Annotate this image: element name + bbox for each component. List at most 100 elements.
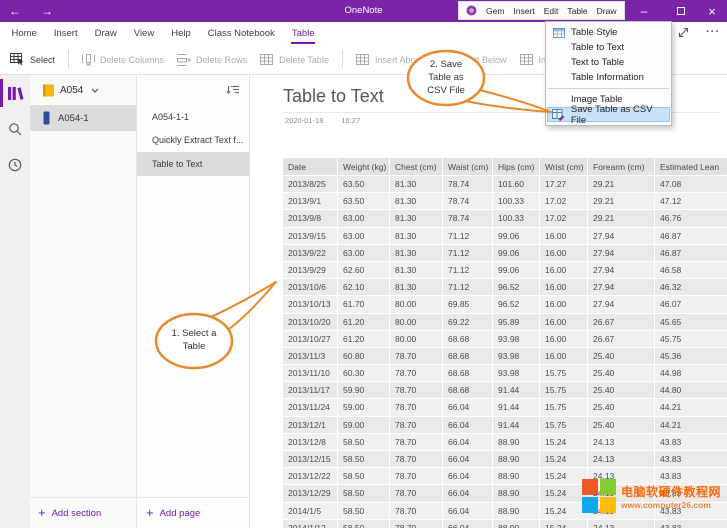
rail-search-button[interactable]: [0, 111, 30, 147]
table-cell[interactable]: 59.00: [338, 399, 390, 416]
table-cell[interactable]: 16.00: [540, 348, 588, 365]
table-cell[interactable]: 46.76: [655, 210, 727, 227]
table-cell[interactable]: 100.33: [493, 193, 540, 210]
table-cell[interactable]: 25.40: [588, 365, 655, 382]
table-cell[interactable]: 16.00: [540, 262, 588, 279]
table-cell[interactable]: 93.98: [493, 348, 540, 365]
table-cell[interactable]: 15.24: [540, 520, 588, 528]
table-cell[interactable]: 69.22: [443, 314, 493, 331]
table-cell[interactable]: 2013/9/1: [283, 193, 338, 210]
table-cell[interactable]: 81.30: [390, 262, 443, 279]
table-cell[interactable]: 17.02: [540, 193, 588, 210]
table-cell[interactable]: 58.50: [338, 468, 390, 485]
table-cell[interactable]: 2013/12/29: [283, 485, 338, 502]
table-cell[interactable]: 62.60: [338, 262, 390, 279]
table-cell[interactable]: 61.70: [338, 296, 390, 313]
table-cell[interactable]: 71.12: [443, 245, 493, 262]
table-cell[interactable]: 71.12: [443, 228, 493, 245]
minimize-button[interactable]: –: [630, 0, 658, 22]
table-cell[interactable]: 2013/11/3: [283, 348, 338, 365]
table-cell[interactable]: 43.83: [655, 451, 727, 468]
table-cell[interactable]: 81.30: [390, 228, 443, 245]
table-cell[interactable]: 29.21: [588, 193, 655, 210]
table-cell[interactable]: 46.58: [655, 262, 727, 279]
table-cell[interactable]: 17.02: [540, 210, 588, 227]
table-cell[interactable]: 60.80: [338, 348, 390, 365]
table-cell[interactable]: 80.00: [390, 296, 443, 313]
page-item-quickly-extract-text-f[interactable]: Quickly Extract Text f...: [137, 129, 249, 153]
table-cell[interactable]: 63.00: [338, 210, 390, 227]
table-cell[interactable]: 66.04: [443, 417, 493, 434]
table-cell[interactable]: 59.00: [338, 417, 390, 434]
table-cell[interactable]: 27.94: [588, 262, 655, 279]
table-cell[interactable]: 15.24: [540, 434, 588, 451]
tab-view[interactable]: View: [125, 22, 162, 45]
table-cell[interactable]: 47.12: [655, 193, 727, 210]
gem-menu-table[interactable]: Table: [567, 6, 587, 16]
table-cell[interactable]: 16.00: [540, 228, 588, 245]
table-cell[interactable]: 43.83: [655, 520, 727, 528]
table-cell[interactable]: 44.21: [655, 399, 727, 416]
gem-menu-draw[interactable]: Draw: [597, 6, 617, 16]
table-cell[interactable]: 2013/10/20: [283, 314, 338, 331]
table-cell[interactable]: 78.70: [390, 468, 443, 485]
table-cell[interactable]: 29.21: [588, 176, 655, 193]
table-cell[interactable]: 96.52: [493, 296, 540, 313]
table-cell[interactable]: 78.70: [390, 451, 443, 468]
table-cell[interactable]: 27.94: [588, 279, 655, 296]
close-button[interactable]: ×: [698, 0, 726, 22]
table-cell[interactable]: 29.21: [588, 210, 655, 227]
table-cell[interactable]: 24.13: [588, 434, 655, 451]
table-cell[interactable]: 88.90: [493, 520, 540, 528]
table-cell[interactable]: 91.44: [493, 417, 540, 434]
table-cell[interactable]: 2013/11/24: [283, 399, 338, 416]
table-cell[interactable]: 2013/12/8: [283, 434, 338, 451]
table-cell[interactable]: 46.32: [655, 279, 727, 296]
table-cell[interactable]: 71.12: [443, 279, 493, 296]
table-cell[interactable]: 60.30: [338, 365, 390, 382]
table-cell[interactable]: 58.50: [338, 485, 390, 502]
table-cell[interactable]: 15.75: [540, 382, 588, 399]
tab-insert[interactable]: Insert: [45, 22, 86, 45]
table-cell[interactable]: 78.70: [390, 399, 443, 416]
table-cell[interactable]: 66.04: [443, 451, 493, 468]
table-cell[interactable]: 68.68: [443, 331, 493, 348]
add-section-button[interactable]: + Add section: [30, 508, 137, 519]
table-cell[interactable]: 99.06: [493, 245, 540, 262]
table-cell[interactable]: 99.06: [493, 228, 540, 245]
table-cell[interactable]: 24.13: [588, 520, 655, 528]
table-cell[interactable]: 71.12: [443, 262, 493, 279]
table-cell[interactable]: 81.30: [390, 245, 443, 262]
tab-help[interactable]: Help: [163, 22, 200, 45]
table-cell[interactable]: 58.50: [338, 451, 390, 468]
table-cell[interactable]: 46.07: [655, 296, 727, 313]
page-canvas[interactable]: Table to Text 2020-01-18 16:27 DateWeigh…: [250, 75, 727, 528]
table-cell[interactable]: 58.50: [338, 520, 390, 528]
table-cell[interactable]: 78.70: [390, 348, 443, 365]
table-cell[interactable]: 101.60: [493, 176, 540, 193]
table-cell[interactable]: 16.00: [540, 279, 588, 296]
table-cell[interactable]: 78.74: [443, 193, 493, 210]
table-cell[interactable]: 2013/9/22: [283, 245, 338, 262]
table-cell[interactable]: 88.90: [493, 434, 540, 451]
table-cell[interactable]: 2013/11/17: [283, 382, 338, 399]
table-cell[interactable]: 15.75: [540, 365, 588, 382]
page-item-table-to-text[interactable]: Table to Text: [137, 152, 249, 176]
table-cell[interactable]: 78.70: [390, 520, 443, 528]
table-cell[interactable]: 45.75: [655, 331, 727, 348]
table-cell[interactable]: 58.50: [338, 503, 390, 520]
table-cell[interactable]: 2013/9/29: [283, 262, 338, 279]
table-cell[interactable]: 68.68: [443, 348, 493, 365]
table-cell[interactable]: 59.90: [338, 382, 390, 399]
toolbar-insert-above-button[interactable]: Insert Above: [356, 54, 425, 66]
table-cell[interactable]: 45.36: [655, 348, 727, 365]
more-options-button[interactable]: ···: [703, 23, 723, 41]
table-cell[interactable]: 62.10: [338, 279, 390, 296]
add-page-button[interactable]: + Add page: [137, 508, 200, 519]
menu-item-text-to-table[interactable]: Text to Table: [547, 55, 670, 70]
table-cell[interactable]: 27.94: [588, 296, 655, 313]
table-cell[interactable]: 16.00: [540, 314, 588, 331]
table-cell[interactable]: 78.70: [390, 434, 443, 451]
table-cell[interactable]: 25.40: [588, 382, 655, 399]
table-cell[interactable]: 66.04: [443, 399, 493, 416]
